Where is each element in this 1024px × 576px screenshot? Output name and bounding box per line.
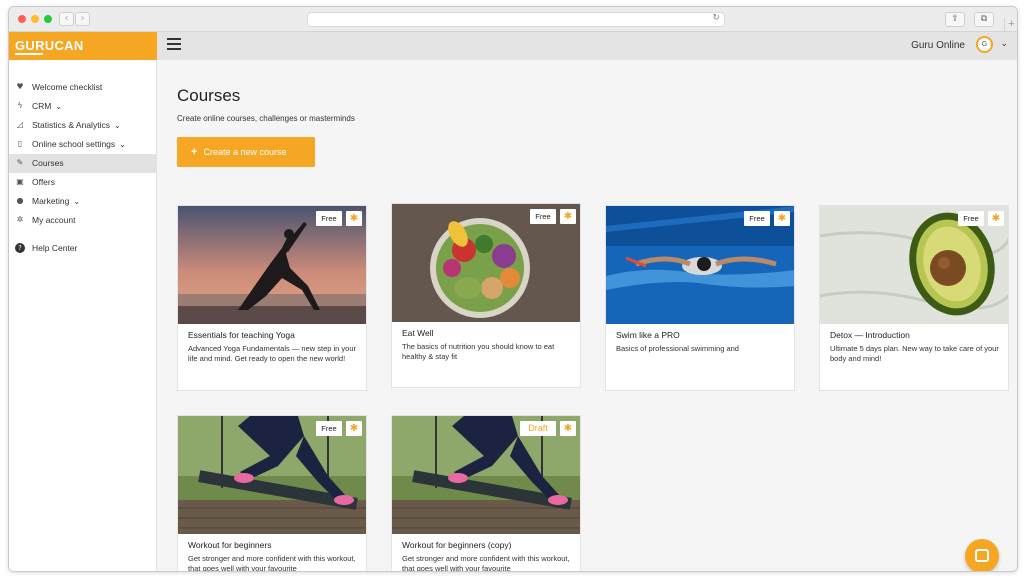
gear-icon[interactable]: ✱ <box>988 211 1004 226</box>
create-course-button[interactable]: + Create a new course <box>177 137 315 167</box>
status-badge: Free <box>316 211 342 226</box>
browser-window: ‹ › ↻ ⇪ ⧉ + GURUCAN Guru Online G ⌄ ♥ We… <box>8 6 1018 572</box>
gear-icon[interactable]: ✱ <box>560 209 576 224</box>
sidebar-item-label: Welcome checklist <box>32 82 103 92</box>
mobile-icon: ▯ <box>17 139 23 148</box>
avatar[interactable]: G <box>976 36 993 53</box>
sidebar-item-marketing[interactable]: ● Marketing ⌄ <box>9 192 157 211</box>
ticket-icon: ▣ <box>16 177 24 186</box>
chevron-down-icon: ⌄ <box>55 102 63 111</box>
sidebar-item-label: Courses <box>32 158 64 168</box>
create-course-label: Create a new course <box>203 147 287 157</box>
course-description: Ultimate 5 days plan. New way to take ca… <box>830 344 999 363</box>
minimize-window-button[interactable] <box>31 15 39 23</box>
course-title[interactable]: Eat Well <box>402 328 434 338</box>
sidebar-item-offers[interactable]: ▣ Offers <box>9 173 157 192</box>
status-badge: Free <box>744 211 770 226</box>
status-badge: Free <box>958 211 984 226</box>
course-description: Get stronger and more confident with thi… <box>188 554 356 572</box>
course-title[interactable]: Workout for beginners <box>188 540 271 550</box>
app-header: GURUCAN Guru Online G ⌄ <box>9 32 1017 60</box>
course-title[interactable]: Essentials for teaching Yoga <box>188 330 295 340</box>
status-badge: Free <box>530 209 556 224</box>
sidebar-item-label: Offers <box>32 177 55 187</box>
chat-widget-button[interactable] <box>965 539 999 571</box>
new-tab-button[interactable]: + <box>1004 18 1017 32</box>
gear-icon[interactable]: ✱ <box>346 211 362 226</box>
page-subtitle: Create online courses, challenges or mas… <box>177 114 355 123</box>
help-icon: ? <box>15 243 25 253</box>
chevron-down-icon: ⌄ <box>113 121 121 130</box>
chart-icon: ◿ <box>16 120 24 129</box>
forward-button[interactable]: › <box>75 12 90 26</box>
sidebar-item-crm[interactable]: ϟ CRM ⌄ <box>9 97 157 116</box>
close-window-button[interactable] <box>18 15 26 23</box>
sidebar-item-label: Online school settings <box>32 139 116 149</box>
back-button[interactable]: ‹ <box>59 12 74 26</box>
logo-text: GURUCAN <box>15 38 84 53</box>
chevron-down-icon[interactable]: ⌄ <box>1000 38 1008 49</box>
share-icon[interactable]: ⇪ <box>945 12 965 27</box>
sidebar-item-courses[interactable]: ✎ Courses <box>9 154 157 173</box>
chevron-down-icon: ⌄ <box>73 197 81 206</box>
sidebar-item-my-account[interactable]: ✲ My account <box>9 211 157 230</box>
logo[interactable]: GURUCAN <box>9 32 157 60</box>
sidebar: ♥ Welcome checklist ϟ CRM ⌄ ◿ Statistics … <box>9 60 157 571</box>
menu-toggle-icon[interactable] <box>167 38 181 52</box>
status-badge: Free <box>316 421 342 436</box>
sidebar-item-label: Marketing <box>32 196 70 206</box>
course-description: Advanced Yoga Fundamentals — new step in… <box>188 344 357 363</box>
main-content: Courses Create online courses, challenge… <box>157 60 1017 572</box>
gear-icon[interactable]: ✱ <box>560 421 576 436</box>
sidebar-item-label: Help Center <box>32 243 78 253</box>
course-card[interactable]: Free ✱ Eat Well The basics of nutrition … <box>391 203 581 388</box>
bolt-icon: ϟ <box>17 101 23 110</box>
course-card[interactable]: Draft ✱ Workout for beginners (copy) Get… <box>391 415 581 572</box>
browser-toolbar: ‹ › ↻ ⇪ ⧉ + <box>9 7 1017 32</box>
heart-icon: ♥ <box>16 82 24 91</box>
plus-icon: + <box>191 146 198 158</box>
course-card[interactable]: Free ✱ Workout for beginners Get stronge… <box>177 415 367 572</box>
course-card[interactable]: Free ✱ Essentials for teaching Yoga Adva… <box>177 205 367 391</box>
gear-icon: ✲ <box>16 215 24 224</box>
status-badge: Draft <box>520 421 556 436</box>
pencil-icon: ✎ <box>16 158 24 167</box>
gear-icon[interactable]: ✱ <box>774 211 790 226</box>
course-description: The basics of nutrition you should know … <box>402 342 555 361</box>
page-title: Courses <box>177 86 241 105</box>
chevron-down-icon: ⌄ <box>119 140 126 149</box>
sidebar-item-help-center[interactable]: ? Help Center <box>9 239 157 258</box>
course-title[interactable]: Workout for beginners (copy) <box>402 540 511 550</box>
course-title[interactable]: Swim like a PRO <box>616 330 680 340</box>
course-card[interactable]: Free ✱ Detox — Introduction Ultimate 5 d… <box>819 205 1009 391</box>
user-name[interactable]: Guru Online <box>911 40 965 51</box>
sidebar-item-welcome-checklist[interactable]: ♥ Welcome checklist <box>9 78 157 97</box>
reload-icon[interactable]: ↻ <box>712 13 720 23</box>
maximize-window-button[interactable] <box>44 15 52 23</box>
sidebar-item-online-school-settings[interactable]: ▯ Online school settings ⌄ <box>9 135 157 154</box>
course-description: Basics of professional swimming and <box>616 344 739 353</box>
chat-bubble-icon <box>975 549 989 562</box>
chat-icon: ● <box>16 196 24 205</box>
sidebar-item-label: Statistics & Analytics <box>32 120 110 130</box>
gear-icon[interactable]: ✱ <box>346 421 362 436</box>
tab-overview-icon[interactable]: ⧉ <box>974 12 994 27</box>
course-title[interactable]: Detox — Introduction <box>830 330 910 340</box>
logo-underline <box>15 53 43 55</box>
sidebar-item-label: CRM <box>32 101 52 111</box>
address-bar[interactable]: ↻ <box>307 12 725 27</box>
sidebar-item-statistics[interactable]: ◿ Statistics & Analytics ⌄ <box>9 116 157 135</box>
course-card[interactable]: Free ✱ Swim like a PRO Basics of profess… <box>605 205 795 391</box>
course-description: Get stronger and more confident with thi… <box>402 554 570 572</box>
sidebar-item-label: My account <box>32 215 76 225</box>
